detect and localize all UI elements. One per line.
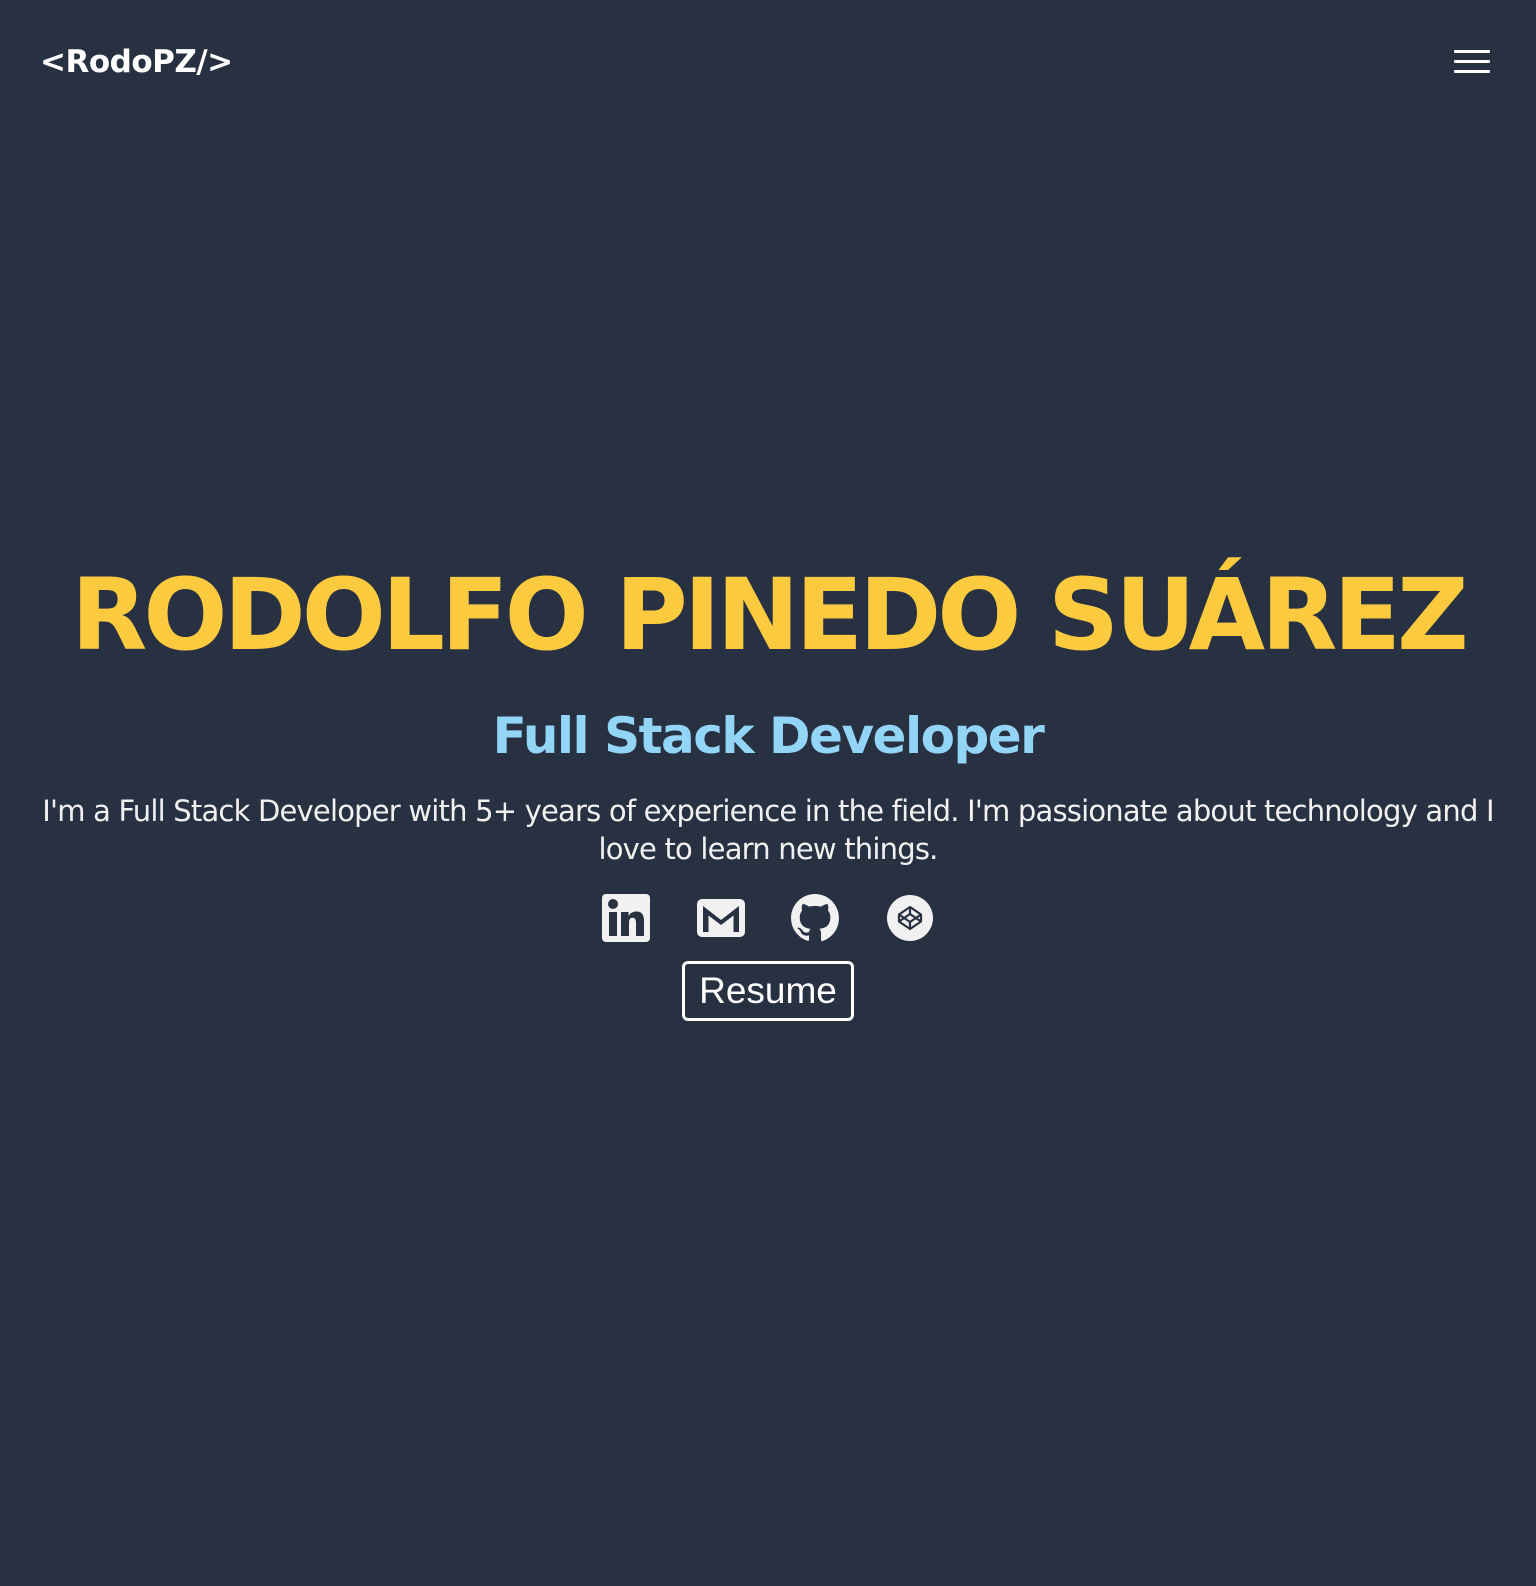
hamburger-menu-icon xyxy=(1454,60,1490,63)
menu-button[interactable] xyxy=(1448,44,1492,80)
social-links xyxy=(598,890,938,946)
gmail-icon xyxy=(696,899,745,937)
top-bar: <RodoPZ/> xyxy=(0,0,1536,128)
gmail-link[interactable] xyxy=(693,890,749,946)
site-logo[interactable]: <RodoPZ/> xyxy=(40,42,233,82)
codepen-link[interactable] xyxy=(882,890,938,946)
linkedin-link[interactable] xyxy=(598,890,654,946)
hamburger-menu-icon xyxy=(1454,70,1490,73)
codepen-icon xyxy=(886,895,933,941)
hamburger-menu-icon xyxy=(1454,50,1490,53)
hero-name: RODOLFO PINEDO SUÁREZ xyxy=(71,558,1469,673)
github-link[interactable] xyxy=(787,890,843,946)
github-icon xyxy=(791,894,840,942)
hero-bio: I'm a Full Stack Developer with 5+ years… xyxy=(42,794,1494,866)
hero-section: RODOLFO PINEDO SUÁREZ Full Stack Develop… xyxy=(0,560,1536,1021)
hero-role: Full Stack Developer xyxy=(492,707,1045,765)
resume-button[interactable]: Resume xyxy=(682,961,854,1021)
linkedin-icon xyxy=(602,894,650,942)
